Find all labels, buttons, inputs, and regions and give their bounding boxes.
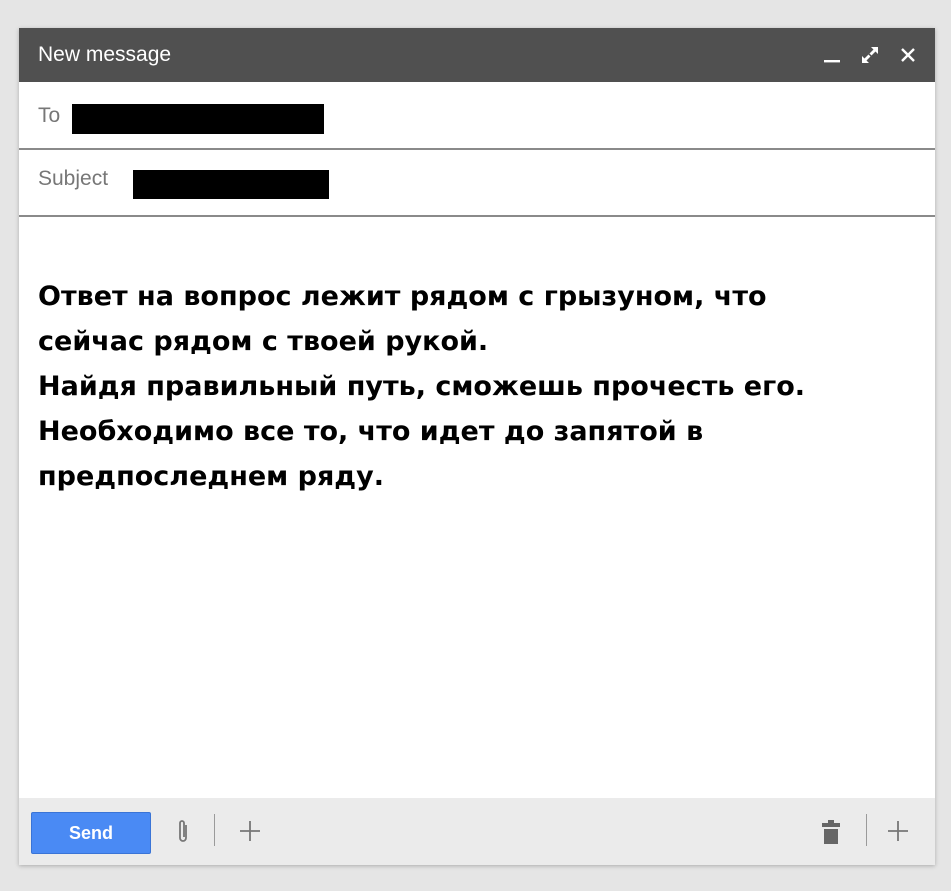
body-line: Необходимо все то, что идет до запятой в (38, 416, 704, 447)
toolbar-divider (214, 814, 215, 846)
compose-window: New message To Subject Ответ на вопрос л… (19, 28, 935, 865)
expand-icon (862, 47, 878, 63)
send-button[interactable]: Send (31, 812, 151, 854)
to-field[interactable]: To (19, 82, 935, 150)
discard-button[interactable] (819, 818, 843, 846)
plus-icon (888, 821, 908, 841)
more-options-button[interactable] (237, 818, 263, 844)
expand-button[interactable] (857, 42, 883, 68)
compose-toolbar: Send (19, 798, 935, 865)
body-line: сейчас рядом с твоей рукой. (38, 326, 489, 357)
to-label: To (38, 104, 61, 127)
title-bar: New message (19, 28, 935, 82)
attach-button[interactable] (172, 817, 194, 847)
close-icon (901, 48, 915, 62)
subject-redaction (133, 170, 329, 199)
message-body[interactable]: Ответ на вопрос лежит рядом с грызуном, … (38, 274, 898, 499)
toolbar-divider (866, 814, 867, 846)
to-redaction (72, 104, 324, 134)
paperclip-icon (179, 820, 187, 842)
minimize-icon (824, 60, 840, 63)
close-button[interactable] (895, 42, 921, 68)
more-options-right-button[interactable] (885, 818, 911, 844)
body-line: предпоследнем ряду. (38, 461, 384, 492)
body-line: Ответ на вопрос лежит рядом с грызуном, … (38, 281, 767, 312)
subject-label: Subject (38, 167, 109, 190)
body-line: Найдя правильный путь, сможешь прочесть … (38, 371, 806, 402)
subject-field[interactable]: Subject (19, 150, 935, 217)
window-controls (819, 41, 921, 69)
window-title: New message (38, 43, 172, 66)
plus-icon (240, 821, 260, 841)
trash-icon (822, 820, 840, 844)
minimize-button[interactable] (819, 42, 845, 68)
